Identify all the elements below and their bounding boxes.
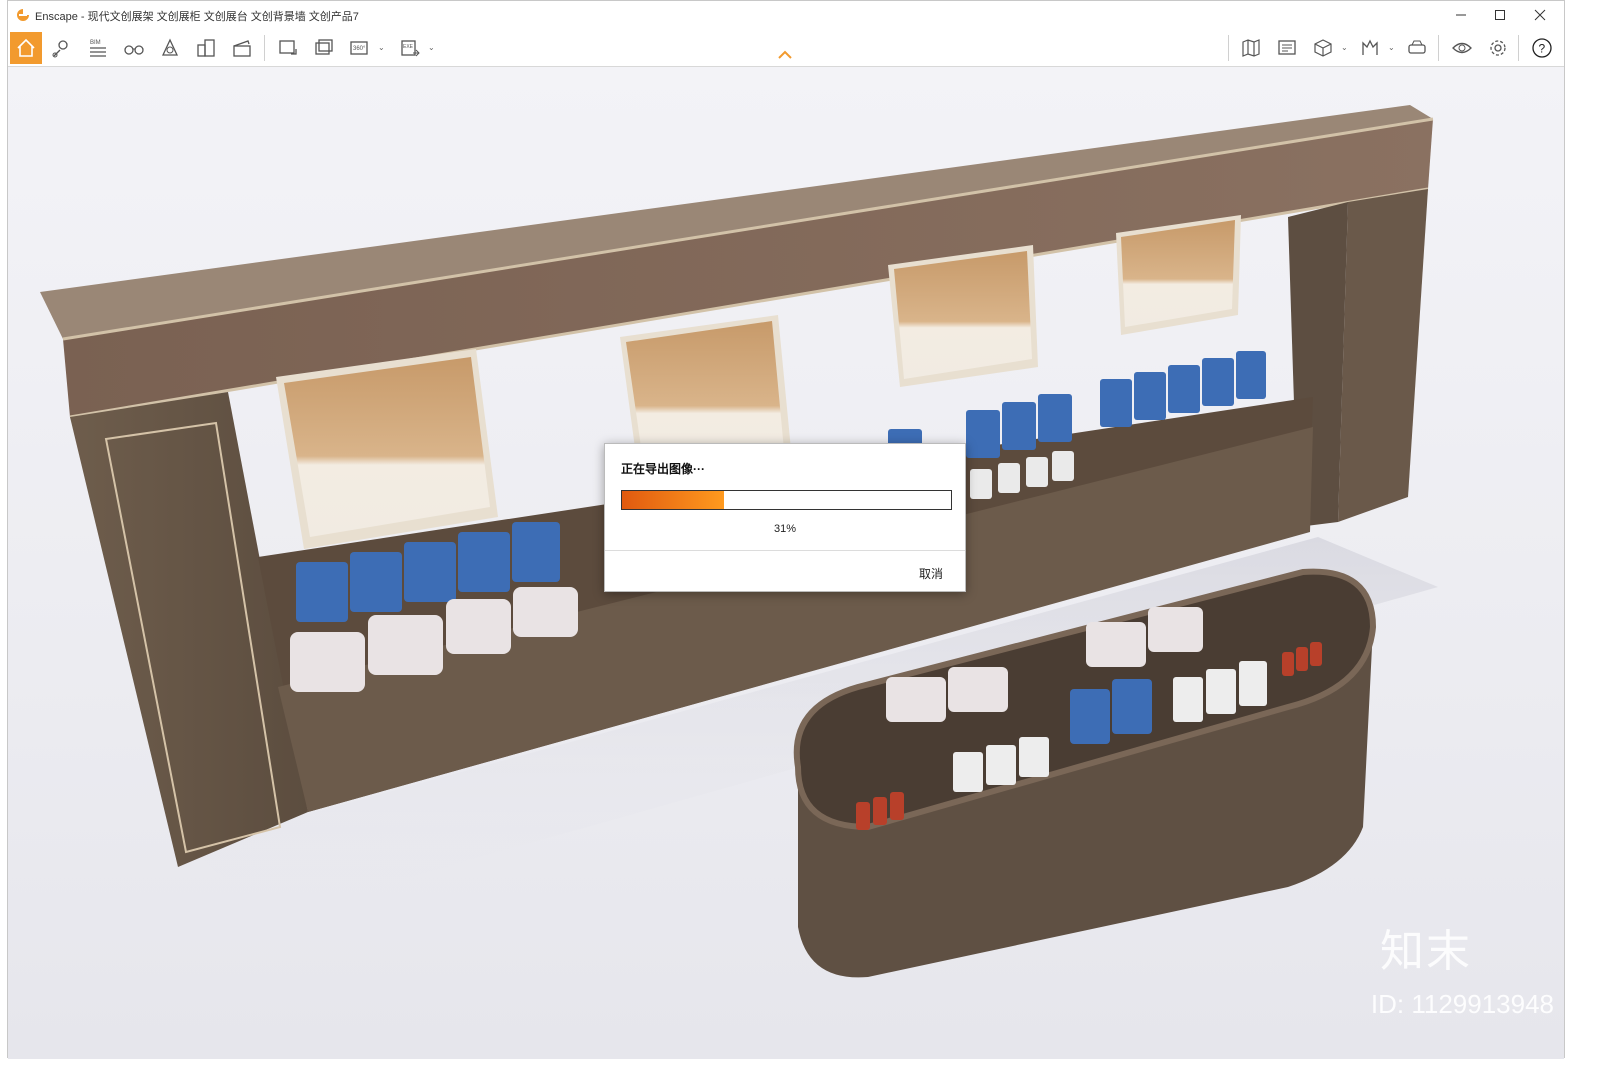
- title-bar[interactable]: Enscape - 现代文创展架 文创展柜 文创展台 文创背景墙 文创产品7: [8, 1, 1564, 29]
- screenshot-icon: [279, 40, 297, 55]
- panorama-dropdown-icon[interactable]: ⌄: [378, 43, 385, 52]
- vr-icon: [1362, 39, 1378, 55]
- watermark-logo: 知末: [1380, 926, 1472, 977]
- app-window: Enscape - 现代文创展架 文创展柜 文创展台 文创背景墙 文创产品7 B…: [7, 0, 1565, 1059]
- batch-render-button[interactable]: [308, 32, 340, 64]
- views-icon: [1278, 40, 1296, 55]
- cancel-button[interactable]: 取消: [919, 565, 943, 582]
- atmosphere-button[interactable]: [154, 32, 186, 64]
- cube-button[interactable]: [1307, 32, 1339, 64]
- binoculars-icon: [124, 45, 144, 55]
- close-icon: [1534, 9, 1546, 21]
- screenshot-button[interactable]: [272, 32, 304, 64]
- collapse-toolbar-icon[interactable]: [776, 49, 794, 61]
- eye-button[interactable]: [1446, 32, 1478, 64]
- panorama-icon: 360°: [350, 41, 368, 55]
- poster: [888, 245, 1038, 387]
- binoculars-button[interactable]: [118, 32, 150, 64]
- vr-dropdown-icon[interactable]: ⌄: [1388, 43, 1395, 52]
- dialog-title: 正在导出图像···: [621, 462, 705, 476]
- home-button[interactable]: [10, 32, 42, 64]
- vr-button[interactable]: [1354, 32, 1386, 64]
- enscape-logo-icon: [17, 9, 29, 21]
- atmosphere-icon: [161, 38, 179, 56]
- clapper-icon: [233, 40, 251, 57]
- progress-fill: [622, 491, 724, 509]
- toolbar-divider: [264, 35, 265, 61]
- panorama-button[interactable]: 360°: [344, 32, 376, 64]
- location-button[interactable]: [46, 32, 78, 64]
- export-exe-icon: EXE: [401, 40, 420, 57]
- toolbar-divider: [1518, 35, 1519, 61]
- poster: [276, 349, 498, 549]
- help-button[interactable]: ?: [1526, 32, 1558, 64]
- maximize-icon: [1495, 10, 1505, 20]
- home-icon: [17, 38, 35, 57]
- cube-dropdown-icon[interactable]: ⌄: [1341, 43, 1348, 52]
- settings-button[interactable]: [1482, 32, 1514, 64]
- cube-icon: [1314, 39, 1332, 57]
- export-exe-button[interactable]: EXE: [394, 32, 426, 64]
- help-icon: ?: [1532, 38, 1552, 58]
- gear-icon: [1490, 40, 1506, 56]
- buildings-button[interactable]: [190, 32, 222, 64]
- dialog-divider: [605, 550, 965, 551]
- eye-icon: [1452, 42, 1472, 54]
- close-button[interactable]: [1520, 1, 1560, 29]
- svg-text:BIM: BIM: [90, 40, 101, 46]
- svg-text:EXE: EXE: [403, 44, 414, 50]
- toolbar: BIM 360° ⌄ EXE ⌄ ⌄ ⌄ ?: [8, 29, 1564, 67]
- bim-button[interactable]: BIM: [82, 32, 114, 64]
- toolbar-divider: [1438, 35, 1439, 61]
- views-button[interactable]: [1271, 32, 1303, 64]
- progress-percent: 31%: [773, 523, 797, 535]
- render-viewport[interactable]: 正在导出图像··· 31% 取消 知末 ID: 1129913948: [8, 67, 1564, 1059]
- bim-icon: BIM: [90, 40, 106, 57]
- toolbar-divider: [1228, 35, 1229, 61]
- batch-render-icon: [315, 39, 333, 55]
- clapper-button[interactable]: [226, 32, 258, 64]
- map-button[interactable]: [1235, 32, 1267, 64]
- headset-icon: [1408, 40, 1426, 54]
- minimize-icon: [1456, 14, 1466, 16]
- window-title: Enscape - 现代文创展架 文创展柜 文创展台 文创背景墙 文创产品7: [35, 11, 359, 23]
- location-icon: [52, 40, 68, 58]
- export-dropdown-icon[interactable]: ⌄: [428, 43, 435, 52]
- map-icon: [1242, 39, 1260, 57]
- headset-button[interactable]: [1401, 32, 1433, 64]
- minimize-button[interactable]: [1441, 1, 1481, 29]
- export-progress-dialog: 正在导出图像··· 31% 取消: [604, 443, 966, 592]
- svg-text:360°: 360°: [353, 46, 366, 52]
- right-pillar: [1338, 189, 1428, 522]
- watermark-id: ID: 1129913948: [1370, 989, 1554, 1019]
- svg-text:?: ?: [1539, 42, 1546, 56]
- buildings-icon: [197, 39, 215, 57]
- maximize-button[interactable]: [1480, 1, 1520, 29]
- poster: [1116, 215, 1241, 335]
- export-progress-bar: [621, 490, 952, 510]
